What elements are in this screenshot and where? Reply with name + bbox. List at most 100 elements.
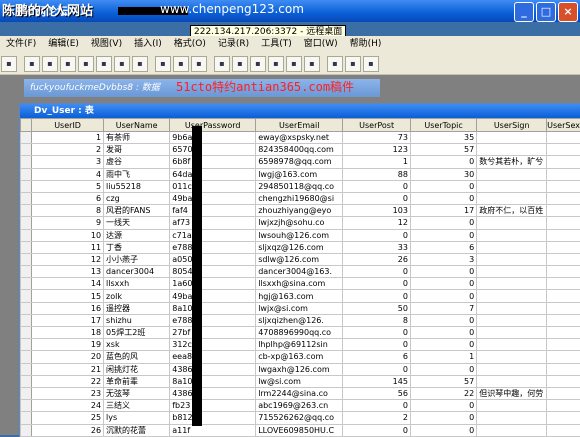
cell-post[interactable]: 0 bbox=[343, 290, 411, 302]
cell-pwd[interactable]: 6570 bbox=[170, 144, 256, 156]
cell-id[interactable]: 25 bbox=[32, 412, 104, 424]
cell-sign[interactable]: 数兮其若朴，旷兮 bbox=[477, 156, 547, 168]
cell-name[interactable]: xsk bbox=[104, 339, 170, 351]
cell-topic[interactable]: 35 bbox=[410, 132, 476, 144]
cell-post[interactable]: 12 bbox=[343, 217, 411, 229]
cell-email[interactable]: 715526262@qq.co bbox=[256, 412, 343, 424]
cell-topic[interactable]: 0 bbox=[410, 266, 476, 278]
cell-post[interactable]: 103 bbox=[343, 205, 411, 217]
cell-email[interactable]: sljxqz@126.com bbox=[256, 241, 343, 253]
cell-id[interactable]: 5 bbox=[32, 180, 104, 192]
cell-usersex[interactable] bbox=[547, 156, 580, 168]
sort-desc-icon[interactable]: ▪ bbox=[191, 56, 207, 72]
cell-email[interactable]: abc1969@263.cn bbox=[256, 400, 343, 412]
cell-name[interactable]: 三结义 bbox=[104, 400, 170, 412]
undo-icon[interactable]: ▪ bbox=[155, 56, 171, 72]
cell-id[interactable]: 13 bbox=[32, 266, 104, 278]
row-selector[interactable] bbox=[21, 351, 32, 363]
cell-email[interactable]: sdlw@126.com bbox=[256, 253, 343, 265]
cell-pwd[interactable]: a11f bbox=[170, 424, 256, 436]
cell-sign[interactable] bbox=[477, 241, 547, 253]
row-selector[interactable] bbox=[21, 241, 32, 253]
cell-topic[interactable]: 3 bbox=[410, 253, 476, 265]
cell-post[interactable]: 145 bbox=[343, 375, 411, 387]
table-row[interactable]: 24三结义fb23abc1969@263.cn00 bbox=[21, 400, 580, 412]
cell-sign[interactable] bbox=[477, 412, 547, 424]
cell-post[interactable]: 0 bbox=[343, 278, 411, 290]
cell-id[interactable]: 15 bbox=[32, 290, 104, 302]
cell-topic[interactable]: 0 bbox=[410, 400, 476, 412]
cell-usersex[interactable] bbox=[547, 314, 580, 326]
cell-usersex[interactable] bbox=[547, 229, 580, 241]
cell-name[interactable]: 沉默的花蕾 bbox=[104, 424, 170, 436]
row-selector[interactable] bbox=[21, 192, 32, 204]
cell-pwd[interactable]: 312c bbox=[170, 339, 256, 351]
cell-post[interactable]: 0 bbox=[343, 424, 411, 436]
cell-email[interactable]: dancer3004@163. bbox=[256, 266, 343, 278]
row-selector[interactable] bbox=[21, 290, 32, 302]
cell-name[interactable]: liu55218 bbox=[104, 180, 170, 192]
table-row[interactable]: 1805焊工2班27bf4708896990qq.co00 bbox=[21, 327, 580, 339]
cell-pwd[interactable]: faf4 bbox=[170, 205, 256, 217]
cell-post[interactable]: 73 bbox=[343, 132, 411, 144]
row-selector[interactable] bbox=[21, 400, 32, 412]
cell-topic[interactable]: 0 bbox=[410, 156, 476, 168]
cell-sign[interactable] bbox=[477, 132, 547, 144]
table-row[interactable]: 9一线天af73lwjxzjh@sohu.co120 bbox=[21, 217, 580, 229]
table-row[interactable]: 20蓝色的风eea8cb-xp@163.com61 bbox=[21, 351, 580, 363]
column-header-usertopic[interactable]: UserTopic bbox=[410, 119, 476, 132]
cell-id[interactable]: 6 bbox=[32, 192, 104, 204]
cell-id[interactable]: 10 bbox=[32, 229, 104, 241]
table-row[interactable]: 21闲挑灯花4386lwgaxh@126.com00 bbox=[21, 363, 580, 375]
cell-topic[interactable]: 0 bbox=[410, 290, 476, 302]
menu-help[interactable]: 帮助(H) bbox=[344, 36, 388, 52]
menu-view[interactable]: 视图(V) bbox=[85, 36, 128, 52]
cell-name[interactable]: lys bbox=[104, 412, 170, 424]
cell-pwd[interactable]: fb23 bbox=[170, 400, 256, 412]
cell-email[interactable]: eway@xspsky.net bbox=[256, 132, 343, 144]
column-header-username[interactable]: UserName bbox=[104, 119, 170, 132]
cell-post[interactable]: 88 bbox=[343, 168, 411, 180]
maximize-button[interactable]: □ bbox=[536, 2, 556, 22]
cell-email[interactable]: cb-xp@163.com bbox=[256, 351, 343, 363]
cell-pwd[interactable]: 4386 bbox=[170, 363, 256, 375]
cell-topic[interactable]: 6 bbox=[410, 241, 476, 253]
table-row[interactable]: 26沉默的花蕾a11fLLOVE609850HU.C00 bbox=[21, 424, 580, 436]
cell-id[interactable]: 26 bbox=[32, 424, 104, 436]
cell-sign[interactable] bbox=[477, 327, 547, 339]
cell-sign[interactable] bbox=[477, 144, 547, 156]
cell-name[interactable]: dancer3004 bbox=[104, 266, 170, 278]
cell-post[interactable]: 6 bbox=[343, 351, 411, 363]
row-selector[interactable] bbox=[21, 339, 32, 351]
cell-usersex[interactable] bbox=[547, 192, 580, 204]
table-row[interactable]: 4雨中飞64dalwgj@163.com8830 bbox=[21, 168, 580, 180]
cell-usersex[interactable] bbox=[547, 375, 580, 387]
print-icon[interactable]: ▪ bbox=[42, 56, 58, 72]
cell-name[interactable]: 达源 bbox=[104, 229, 170, 241]
table-row[interactable]: 15zolk49bahgj@163.com00 bbox=[21, 290, 580, 302]
cell-topic[interactable]: 0 bbox=[410, 180, 476, 192]
cell-name[interactable]: 闲挑灯花 bbox=[104, 363, 170, 375]
cell-post[interactable]: 0 bbox=[343, 266, 411, 278]
cell-name[interactable]: czg bbox=[104, 192, 170, 204]
cell-name[interactable]: 雨中飞 bbox=[104, 168, 170, 180]
cell-usersex[interactable] bbox=[547, 327, 580, 339]
column-header-userid[interactable]: UserID bbox=[32, 119, 104, 132]
row-selector[interactable] bbox=[21, 363, 32, 375]
row-selector[interactable] bbox=[21, 327, 32, 339]
table-row[interactable]: 23无弦琴4386lrm2244@sina.co5622但识琴中趣，何劳 bbox=[21, 387, 580, 399]
cell-name[interactable]: 革命前辈 bbox=[104, 375, 170, 387]
menu-records[interactable]: 记录(R) bbox=[212, 36, 255, 52]
cell-name[interactable]: zolk bbox=[104, 290, 170, 302]
cell-pwd[interactable]: 011c bbox=[170, 180, 256, 192]
cell-name[interactable]: 蓝色的风 bbox=[104, 351, 170, 363]
cell-post[interactable]: 0 bbox=[343, 363, 411, 375]
cell-name[interactable]: 虚谷 bbox=[104, 156, 170, 168]
cell-sign[interactable] bbox=[477, 424, 547, 436]
cell-pwd[interactable]: 49ba bbox=[170, 290, 256, 302]
cell-usersex[interactable] bbox=[547, 412, 580, 424]
cell-sign[interactable] bbox=[477, 266, 547, 278]
cell-usersex[interactable] bbox=[547, 266, 580, 278]
cell-post[interactable]: 0 bbox=[343, 229, 411, 241]
cut-icon[interactable]: ▪ bbox=[96, 56, 112, 72]
